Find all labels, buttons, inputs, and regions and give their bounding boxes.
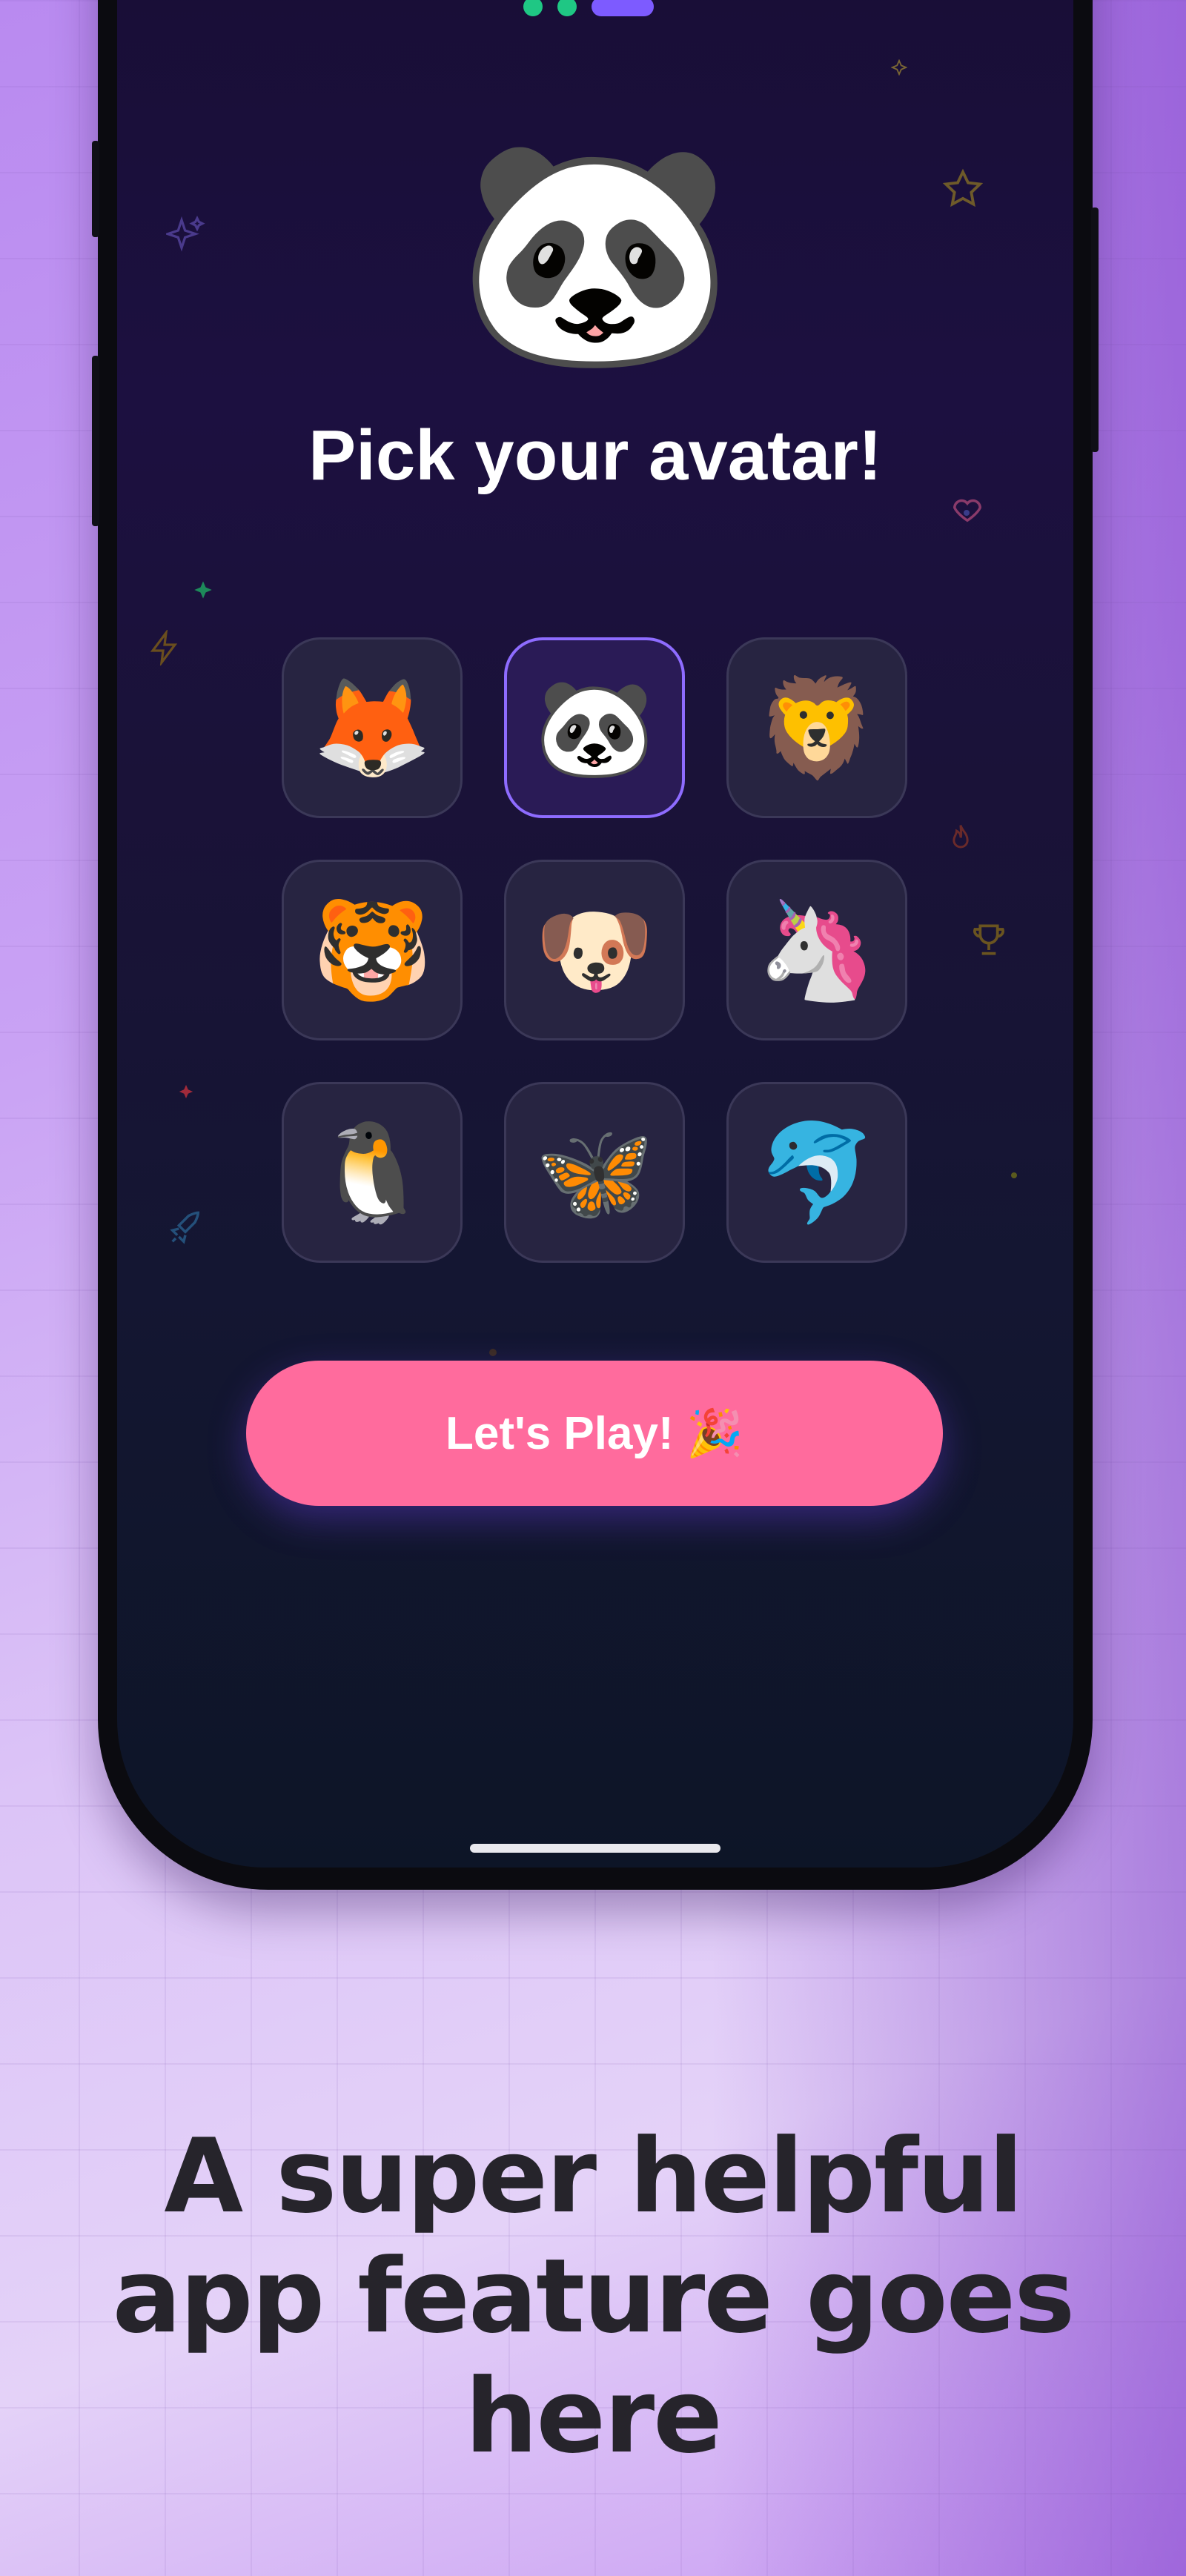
page-dot[interactable]	[557, 0, 577, 16]
avatar-tile-penguin[interactable]: 🐧	[282, 1082, 463, 1263]
sparkle-icon	[891, 59, 907, 76]
page-dot-active[interactable]	[592, 0, 654, 16]
sparkle-icon	[194, 581, 212, 599]
avatar-tile-panda-selected[interactable]: 🐼	[504, 637, 685, 818]
avatar-grid: 🦊 🐼 🦁 🐯 🐶 🦄 🐧 🦋 🐬	[282, 637, 907, 1263]
selected-avatar-preview: 🐼	[457, 127, 734, 376]
flame-icon	[953, 825, 969, 849]
avatar-tile-unicorn[interactable]: 🦄	[726, 860, 907, 1040]
avatar-tile-fox[interactable]: 🦊	[282, 637, 463, 818]
dolphin-avatar-icon: 🐬	[757, 1118, 877, 1226]
avatar-tile-tiger[interactable]: 🐯	[282, 860, 463, 1040]
dot-decoration	[1011, 1172, 1017, 1178]
fox-avatar-icon: 🦊	[312, 674, 432, 782]
dog-avatar-icon: 🐶	[534, 896, 655, 1004]
phone-power-button	[1091, 208, 1099, 452]
tiger-avatar-icon: 🐯	[312, 896, 432, 1004]
butterfly-avatar-icon: 🦋	[534, 1118, 655, 1226]
bolt-icon	[150, 630, 178, 665]
phone-side-button	[92, 141, 99, 237]
avatar-tile-butterfly[interactable]: 🦋	[504, 1082, 685, 1263]
page-dot[interactable]	[523, 0, 543, 16]
unicorn-avatar-icon: 🦄	[757, 896, 877, 1004]
trophy-icon	[973, 924, 1004, 955]
lets-play-button[interactable]: Let's Play! 🎉	[246, 1361, 943, 1506]
panda-avatar-icon: 🐼	[534, 674, 655, 782]
avatar-tile-dolphin[interactable]: 🐬	[726, 1082, 907, 1263]
avatar-tile-lion[interactable]: 🦁	[726, 637, 907, 818]
penguin-avatar-icon: 🐧	[312, 1118, 432, 1226]
avatar-tile-dog[interactable]: 🐶	[504, 860, 685, 1040]
lion-avatar-icon: 🦁	[757, 674, 877, 782]
home-indicator[interactable]	[470, 1844, 720, 1853]
rocket-icon	[170, 1211, 200, 1244]
marketing-caption: A super helpful app feature goes here	[112, 2117, 1076, 2476]
app-screen: 🐼 Pick your avatar! 🦊 🐼 🦁 🐯 🐶 🦄 🐧 🦋 🐬 Le…	[117, 0, 1073, 1868]
page-title: Pick your avatar!	[308, 416, 882, 495]
heart-icon	[953, 499, 981, 522]
dot-decoration	[489, 1349, 497, 1356]
page-indicator	[523, 0, 654, 16]
sparkle-icon	[179, 1084, 193, 1099]
phone-volume-button	[92, 356, 99, 526]
dot-decoration	[964, 510, 970, 516]
